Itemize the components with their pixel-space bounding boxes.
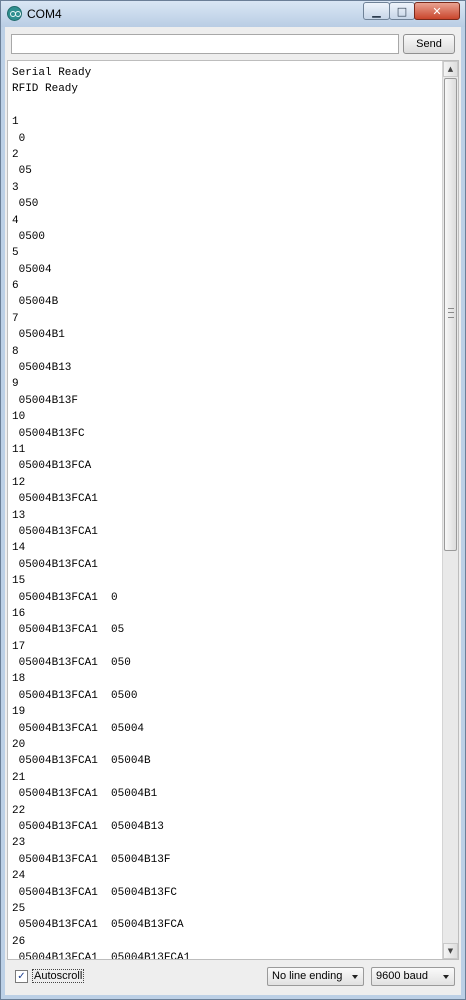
serial-output-line: 13 bbox=[12, 509, 26, 522]
serial-output-line: 05004B13FCA1 05004B bbox=[12, 755, 151, 768]
serial-output-line: 05004B13FCA1 bbox=[12, 525, 98, 538]
serial-output-line: 8 bbox=[12, 345, 19, 358]
serial-output-line: 2 bbox=[12, 148, 19, 161]
scroll-up-arrow[interactable]: ▲ bbox=[443, 61, 458, 77]
scrollbar-thumb[interactable] bbox=[444, 78, 457, 551]
serial-output-line: 15 bbox=[12, 575, 26, 588]
serial-output-line: 05004B13FCA1 05 bbox=[12, 624, 125, 637]
serial-output-line: 11 bbox=[12, 443, 26, 456]
send-input[interactable] bbox=[11, 34, 399, 54]
serial-output-line: 05004B13FCA1 05004B13 bbox=[12, 820, 164, 833]
serial-output-area[interactable]: Serial Ready RFID Ready 1 0 2 05 3 050 4 0500… bbox=[7, 60, 459, 960]
autoscroll-label[interactable]: Autoscroll bbox=[32, 969, 85, 983]
serial-output-line: 0 bbox=[12, 132, 26, 145]
chevron-down-icon bbox=[352, 975, 358, 979]
serial-output-line: 05004B13FCA bbox=[12, 460, 92, 473]
serial-output-line: RFID Ready bbox=[12, 83, 79, 96]
serial-output-line: Serial Ready bbox=[12, 67, 92, 79]
serial-output-line: 05004B1 bbox=[12, 329, 65, 342]
serial-output-line: 21 bbox=[12, 771, 26, 784]
close-button[interactable]: ✕ bbox=[414, 2, 460, 20]
serial-output-line: 05004B13FCA1 bbox=[12, 558, 98, 571]
autoscroll-checkbox[interactable]: ✓ bbox=[15, 970, 28, 983]
arduino-icon bbox=[7, 6, 22, 21]
serial-output-line: 23 bbox=[12, 837, 26, 850]
scroll-down-arrow[interactable]: ▼ bbox=[443, 943, 458, 959]
serial-output-line: 05004B13FCA1 05004B13F bbox=[12, 853, 171, 866]
serial-output-line: 05004B13F bbox=[12, 394, 79, 407]
minimize-button[interactable]: ▁ bbox=[363, 2, 390, 20]
serial-output-line: 9 bbox=[12, 378, 19, 391]
serial-output-line: 05004B13FCA1 05004B1 bbox=[12, 788, 158, 801]
serial-output-line: 05004B13FCA1 05004 bbox=[12, 722, 145, 735]
maximize-button[interactable]: □ bbox=[389, 2, 415, 20]
status-bar: ✓ Autoscroll No line ending 9600 baud bbox=[5, 961, 461, 995]
serial-output-line: 20 bbox=[12, 739, 26, 752]
serial-output-line: 050 bbox=[12, 198, 39, 211]
send-button[interactable]: Send bbox=[403, 34, 455, 54]
serial-output-line: 6 bbox=[12, 280, 19, 293]
line-ending-select[interactable]: No line ending bbox=[267, 967, 364, 986]
serial-monitor-window: COM4 ▁ □ ✕ Send Serial Ready RFID Ready 1 … bbox=[0, 0, 466, 1000]
serial-output-line: 12 bbox=[12, 476, 26, 489]
line-ending-value: No line ending bbox=[272, 970, 343, 982]
serial-output-line: 05004B bbox=[12, 296, 59, 309]
serial-output-line: 05004B13 bbox=[12, 362, 72, 375]
serial-output-line: 05004B13FCA1 bbox=[12, 493, 98, 506]
serial-output-line: 05004B13FC bbox=[12, 427, 85, 440]
serial-output-line: 26 bbox=[12, 935, 26, 948]
serial-output-line bbox=[12, 98, 190, 114]
chevron-down-icon bbox=[443, 975, 449, 979]
serial-output-line: 3 bbox=[12, 181, 19, 194]
serial-output-line: 22 bbox=[12, 804, 26, 817]
baud-rate-value: 9600 baud bbox=[376, 970, 428, 982]
window-title: COM4 bbox=[27, 7, 62, 21]
serial-output-line: 1 bbox=[12, 116, 19, 129]
serial-output-line: 05004B13FCA1 05004B13FCA1 bbox=[12, 952, 191, 960]
serial-output-line: 05004 bbox=[12, 263, 52, 276]
serial-output-line: 19 bbox=[12, 706, 26, 719]
serial-output-text: Serial Ready RFID Ready 1 0 2 05 3 050 4 0500… bbox=[12, 65, 191, 960]
serial-output-line: 5 bbox=[12, 247, 19, 260]
serial-output-line: 7 bbox=[12, 312, 19, 325]
serial-output-line: 05004B13FCA1 05004B13FCA bbox=[12, 919, 184, 932]
serial-monitor-body: Send Serial Ready RFID Ready 1 0 2 05 3 050 4… bbox=[5, 27, 461, 995]
serial-output-line: 18 bbox=[12, 673, 26, 686]
serial-output-line: 05004B13FCA1 0 bbox=[12, 591, 118, 604]
serial-output-line: 05004B13FCA1 050 bbox=[12, 657, 131, 670]
serial-output-line: 25 bbox=[12, 902, 26, 915]
serial-output-line: 05004B13FCA1 0500 bbox=[12, 689, 138, 702]
baud-rate-select[interactable]: 9600 baud bbox=[371, 967, 455, 986]
serial-output-line: 05 bbox=[12, 165, 32, 178]
serial-output-line: 0500 bbox=[12, 230, 46, 243]
vertical-scrollbar[interactable]: ▲ ▼ bbox=[442, 61, 458, 959]
serial-output-line: 16 bbox=[12, 607, 26, 620]
serial-output-line: 4 bbox=[12, 214, 19, 227]
serial-output-line: 14 bbox=[12, 542, 26, 555]
title-bar[interactable]: COM4 ▁ □ ✕ bbox=[1, 1, 465, 27]
serial-output-line: 05004B13FCA1 05004B13FC bbox=[12, 886, 178, 899]
serial-output-line: 24 bbox=[12, 870, 26, 883]
grip-icon bbox=[448, 308, 454, 318]
serial-output-line: 17 bbox=[12, 640, 26, 653]
serial-output-line: 10 bbox=[12, 411, 26, 424]
